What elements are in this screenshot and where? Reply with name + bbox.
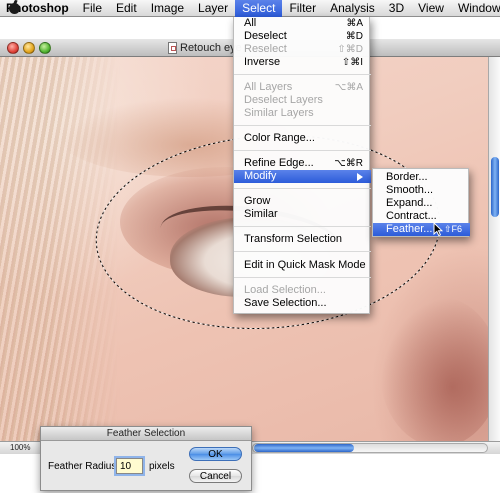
menu-item-inverse[interactable]: Inverse ⇧⌘I — [234, 56, 371, 69]
menu-item-refine-edge-shortcut: ⌥⌘R — [334, 158, 363, 169]
submenu-item-border[interactable]: Border... — [373, 171, 470, 184]
menu-separator — [234, 125, 371, 126]
ok-button[interactable]: OK — [189, 447, 242, 461]
menu-item-deselect-layers: Deselect Layers — [244, 94, 323, 106]
menu-item-save-selection[interactable]: Save Selection... — [234, 297, 371, 310]
menu-item-modify[interactable]: Modify — [234, 170, 371, 183]
mouse-pointer-icon — [433, 222, 443, 237]
menu-item-modify-label: Modify — [244, 170, 277, 182]
menu-item-deselect[interactable]: Deselect ⌘D — [234, 30, 371, 43]
menu-item-deselect-label: Deselect — [244, 30, 287, 42]
horizontal-scrollbar[interactable] — [252, 443, 488, 453]
menu-image[interactable]: Image — [144, 0, 191, 17]
menu-item-deselect-shortcut: ⌘D — [345, 31, 363, 42]
menu-item-grow[interactable]: Grow — [234, 195, 371, 208]
menu-item-inverse-label: Inverse — [244, 56, 281, 68]
menu-item-quick-mask[interactable]: Edit in Quick Mask Mode — [234, 259, 371, 272]
menu-separator — [234, 188, 371, 189]
menu-item-all-shortcut: ⌘A — [346, 18, 363, 29]
menu-item-all[interactable]: All ⌘A — [234, 17, 371, 30]
zoom-level[interactable]: 100% — [10, 443, 30, 452]
menu-item-all-layers-label: All Layers — [244, 81, 293, 93]
menu-item-reselect-shortcut: ⇧⌘D — [337, 44, 363, 55]
menu-item-all-label: All — [244, 17, 257, 29]
menu-item-all-layers: All Layers ⌥⌘A — [234, 81, 371, 94]
vertical-scrollbar[interactable] — [488, 57, 500, 441]
menu-item-all-layers-shortcut: ⌥⌘A — [334, 82, 363, 93]
submenu-item-smooth[interactable]: Smooth... — [373, 184, 470, 197]
menu-item-refine-edge[interactable]: Refine Edge... ⌥⌘R — [234, 157, 371, 170]
select-menu-dropdown: All ⌘A Deselect ⌘D Reselect ⇧⌘D Inverse ⇧⌘I … — [233, 17, 371, 314]
submenu-item-contract[interactable]: Contract... — [373, 210, 470, 223]
feather-radius-input[interactable] — [116, 458, 143, 474]
dialog-title: Feather Selection — [41, 427, 251, 441]
menu-layer[interactable]: Layer — [191, 0, 235, 17]
menu-select[interactable]: Select — [235, 0, 283, 17]
vertical-scroll-thumb[interactable] — [491, 157, 499, 217]
submenu-arrow-icon — [357, 173, 363, 181]
menu-item-transform-selection[interactable]: Transform Selection — [234, 233, 371, 246]
close-window-button[interactable] — [7, 42, 19, 54]
menu-bar: Photoshop File Edit Image Layer Select F… — [0, 0, 500, 17]
menu-item-reselect: Reselect ⇧⌘D — [234, 43, 371, 56]
menu-window[interactable]: Window — [451, 0, 500, 17]
menu-item-inverse-shortcut: ⇧⌘I — [341, 57, 363, 68]
menu-file[interactable]: File — [76, 0, 109, 17]
modify-submenu: Border... Smooth... Expand... Contract..… — [372, 168, 470, 237]
submenu-item-feather-label: Feather... — [386, 223, 433, 235]
menu-3d[interactable]: 3D — [382, 0, 411, 17]
menu-edit[interactable]: Edit — [109, 0, 144, 17]
menu-separator — [234, 150, 371, 151]
menu-separator — [234, 74, 371, 75]
menu-item-reselect-label: Reselect — [244, 43, 287, 55]
document-icon — [168, 42, 177, 54]
submenu-item-feather[interactable]: Feather... ⇧F6 — [373, 223, 470, 236]
menu-item-load-selection: Load Selection... — [244, 284, 326, 296]
menu-item-refine-edge-label: Refine Edge... — [244, 157, 314, 169]
menu-separator — [234, 251, 371, 252]
submenu-item-expand[interactable]: Expand... — [373, 197, 470, 210]
zoom-window-button[interactable] — [39, 42, 51, 54]
menu-item-similar[interactable]: Similar — [234, 208, 371, 221]
menu-view[interactable]: View — [411, 0, 451, 17]
menu-analysis[interactable]: Analysis — [323, 0, 382, 17]
menu-item-color-range[interactable]: Color Range... — [234, 132, 371, 145]
feather-radius-unit: pixels — [149, 461, 175, 472]
menu-separator — [234, 226, 371, 227]
feather-radius-label: Feather Radius: — [48, 461, 120, 472]
menu-item-similar-layers: Similar Layers — [244, 107, 314, 119]
menu-separator — [234, 277, 371, 278]
menu-filter[interactable]: Filter — [282, 0, 323, 17]
horizontal-scroll-thumb[interactable] — [254, 444, 354, 452]
submenu-item-feather-shortcut: ⇧F6 — [443, 224, 462, 234]
cancel-button[interactable]: Cancel — [189, 469, 242, 483]
feather-selection-dialog: Feather Selection Feather Radius: pixels… — [40, 426, 252, 491]
minimize-window-button[interactable] — [23, 42, 35, 54]
